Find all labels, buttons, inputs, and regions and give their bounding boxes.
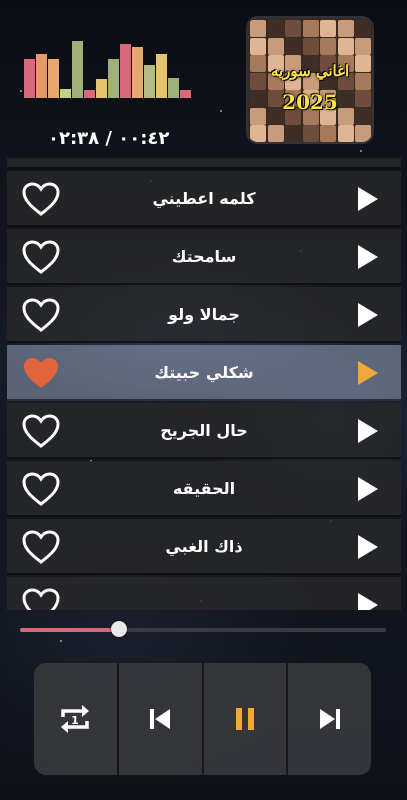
playlist-item[interactable]: الحقيقه: [7, 461, 401, 517]
repeat-badge: 1: [72, 714, 80, 727]
favorite-heart-icon[interactable]: [21, 587, 61, 610]
play-icon[interactable]: [357, 476, 379, 502]
album-cover-photo-tile: [320, 125, 336, 142]
repeat-button[interactable]: 1: [34, 663, 119, 775]
album-cover-year: 2025: [282, 90, 338, 114]
album-cover-photo-tile: [267, 20, 284, 37]
album-cover-title: اغاني سوريه: [270, 62, 350, 80]
previous-button[interactable]: [119, 663, 204, 775]
equalizer-bar: [96, 79, 107, 98]
equalizer-bar: [156, 54, 167, 98]
song-title: جمالا ولو: [168, 305, 240, 324]
album-cover-photo-tile: [250, 20, 266, 37]
favorite-heart-icon[interactable]: [21, 355, 61, 391]
equalizer-bar: [48, 59, 59, 98]
album-cover-photo-tile: [355, 125, 371, 142]
album-cover-photo-tile: [355, 37, 371, 55]
seek-bar-thumb[interactable]: [110, 621, 127, 637]
playback-controls: 1: [34, 663, 371, 775]
playlist[interactable]: كلمه اعطيني سامحتك جمالا ولو شكلي حبيتك حال …: [7, 158, 401, 610]
playlist-item[interactable]: جمالا ولو: [7, 287, 401, 343]
favorite-heart-icon[interactable]: [21, 529, 61, 565]
equalizer-bar: [144, 65, 155, 98]
seek-bar[interactable]: [20, 621, 386, 637]
album-cover-photo-tile: [250, 37, 266, 55]
repeat-one-icon: 1: [61, 705, 90, 733]
song-title: الحقيقه: [172, 479, 236, 498]
album-cover-photo-tile: [337, 37, 354, 55]
album-cover-photo-tile: [302, 20, 319, 37]
playlist-item[interactable]: [7, 158, 401, 169]
playlist-item[interactable]: سامحتك: [7, 229, 401, 285]
song-title: شكلي حبيتك: [154, 363, 254, 382]
favorite-heart-icon[interactable]: [21, 158, 61, 159]
play-icon[interactable]: [357, 360, 379, 386]
pause-icon: [235, 708, 254, 730]
play-icon[interactable]: [357, 592, 379, 610]
equalizer-bar: [24, 59, 35, 98]
skip-next-icon: [319, 709, 340, 729]
favorite-heart-icon[interactable]: [21, 471, 61, 507]
favorite-heart-icon[interactable]: [21, 239, 61, 275]
favorite-heart-icon[interactable]: [21, 413, 61, 449]
album-cover-photo-tile: [285, 125, 301, 142]
album-cover-photo-tile: [250, 125, 266, 142]
favorite-heart-icon[interactable]: [21, 181, 61, 217]
song-title: حال الجريح: [160, 421, 248, 440]
album-cover-photo-tile: [320, 37, 336, 55]
play-icon[interactable]: [357, 186, 379, 212]
song-title: ذاك الغبي: [165, 537, 243, 556]
equalizer-visualizer: [24, 40, 194, 98]
playlist-item[interactable]: شكلي حبيتك: [7, 345, 401, 401]
playlist-item[interactable]: كلمه اعطيني: [7, 171, 401, 227]
album-cover-photo-tile: [285, 37, 301, 55]
album-cover-photo-tile: [302, 125, 319, 142]
playlist-item[interactable]: حال الجريح: [7, 403, 401, 459]
play-icon[interactable]: [357, 534, 379, 560]
favorite-heart-icon[interactable]: [21, 297, 61, 333]
playlist-item[interactable]: [7, 577, 401, 610]
song-title: [77, 158, 331, 169]
play-icon[interactable]: [357, 418, 379, 444]
pause-button[interactable]: [204, 663, 289, 775]
skip-previous-icon: [150, 709, 171, 729]
song-title: كلمه اعطيني: [152, 189, 256, 208]
equalizer-bar: [120, 44, 131, 98]
equalizer-bar: [36, 54, 47, 98]
equalizer-bar: [60, 89, 71, 98]
album-cover-photo-tile: [320, 20, 336, 37]
play-icon[interactable]: [357, 244, 379, 270]
equalizer-bar: [108, 59, 119, 98]
song-title: [77, 577, 331, 610]
equalizer-bar: [84, 90, 95, 98]
equalizer-bar: [132, 47, 143, 98]
playlist-item[interactable]: ذاك الغبي: [7, 519, 401, 575]
equalizer-bar: [72, 41, 83, 98]
next-button[interactable]: [288, 663, 371, 775]
seek-bar-fill: [20, 628, 119, 632]
album-cover-photo-tile: [267, 125, 284, 142]
equalizer-bar: [168, 78, 179, 98]
album-cover-photo-tile: [285, 20, 301, 37]
song-title: سامحتك: [171, 247, 237, 266]
equalizer-bar: [180, 90, 191, 98]
album-cover: اغاني سوريه 2025: [248, 18, 372, 142]
album-cover-photo-tile: [302, 37, 319, 55]
album-cover-photo-tile: [337, 125, 354, 142]
album-cover-photo-tile: [267, 37, 284, 55]
time-display: ٠٠:٤٢ / ٠٢:٣٨: [48, 128, 170, 149]
album-cover-photo-tile: [337, 20, 354, 37]
play-icon[interactable]: [357, 302, 379, 328]
album-cover-photo-tile: [355, 20, 371, 37]
